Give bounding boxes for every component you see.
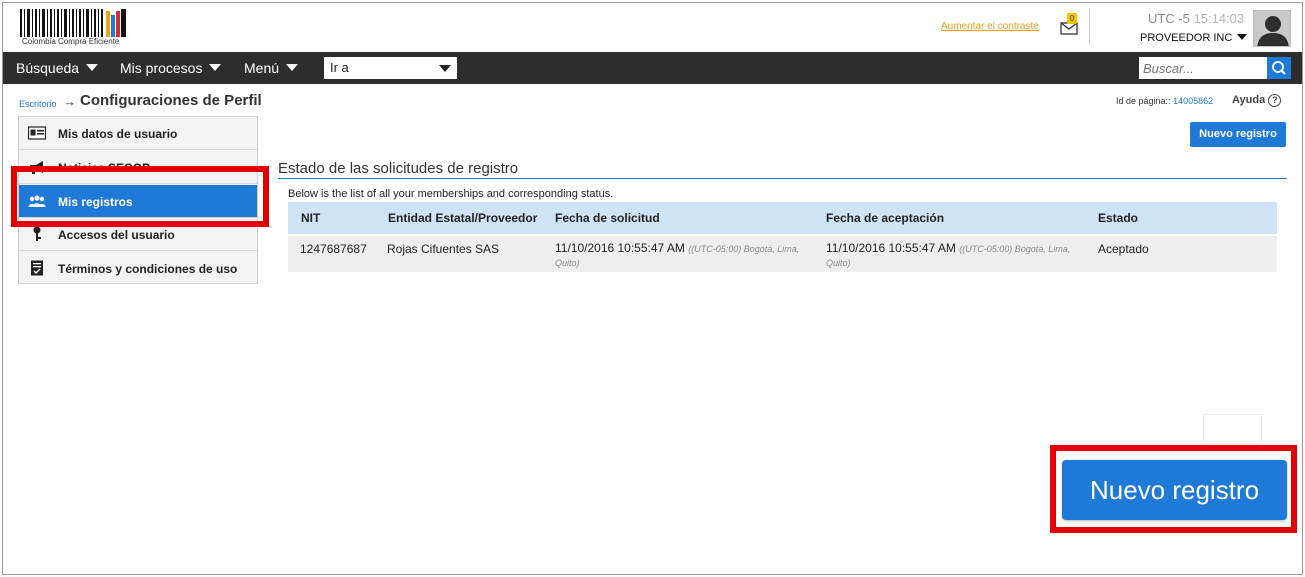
page-id-value[interactable]: 14005862 (1173, 96, 1213, 106)
chevron-down-icon (286, 64, 299, 71)
table-row[interactable]: 1247687687 Rojas Cifuentes SAS 11/10/201… (288, 236, 1277, 272)
profile-sidebar: Mis datos de usuario Noticias SECOP Mis … (18, 116, 258, 284)
increase-contrast-link[interactable]: Aumentar el contraste (941, 21, 1039, 32)
table-header: NIT Entidad Estatal/Proveedor Fecha de s… (288, 202, 1277, 234)
avatar[interactable] (1253, 10, 1291, 47)
column-header-accept-date: Fecha de aceptación (826, 211, 945, 225)
page-id: Id de página:: 14005862 (1116, 96, 1213, 106)
section-title: Estado de las solicitudes de registro (278, 160, 519, 177)
breadcrumb-arrow: → (63, 94, 76, 109)
page-id-label: Id de página:: (1116, 96, 1171, 106)
sidebar-item-mis-datos[interactable]: Mis datos de usuario (19, 117, 257, 150)
site-logo[interactable]: Colombia Compra Eficiente (20, 9, 132, 47)
user-name: PROVEEDOR INC (1140, 32, 1233, 44)
help-label: Ayuda (1232, 94, 1266, 106)
main-navbar: Búsqueda Mis procesos Menú Ir a (3, 52, 1302, 84)
column-header-entity: Entidad Estatal/Proveedor (388, 211, 538, 225)
nav-menu[interactable]: Menú (244, 60, 299, 76)
nav-label: Búsqueda (16, 60, 80, 76)
notification-badge: 0 (1067, 13, 1077, 24)
section-divider (278, 178, 1287, 179)
browser-page: Colombia Compra Eficiente Aumentar el co… (2, 2, 1303, 575)
chevron-down-icon (439, 65, 451, 72)
empty-panel (1203, 414, 1262, 444)
logo-caption: Colombia Compra Eficiente (22, 37, 120, 46)
accept-date-value: 11/10/2016 10:55:47 AM (826, 241, 956, 255)
sidebar-item-label: Accesos del usuario (58, 228, 175, 242)
sidebar-item-label: Mis registros (58, 195, 133, 209)
user-menu[interactable]: PROVEEDOR INC (1140, 32, 1248, 44)
nav-busqueda[interactable]: Búsqueda (16, 60, 99, 76)
top-header: Colombia Compra Eficiente Aumentar el co… (3, 3, 1302, 51)
sidebar-item-noticias[interactable]: Noticias SECOP (19, 151, 257, 184)
sidebar-item-label: Mis datos de usuario (58, 127, 178, 141)
chevron-down-icon (209, 64, 222, 71)
sidebar-item-mis-registros[interactable]: Mis registros (19, 185, 257, 218)
clock-time: 15:14:03 (1193, 11, 1245, 26)
cell-status: Aceptado (1098, 242, 1149, 256)
help-link[interactable]: Ayuda? (1232, 94, 1282, 107)
sidebar-item-accesos[interactable]: Accesos del usuario (19, 218, 257, 251)
cell-accept-date: 11/10/2016 10:55:47 AM ((UTC-05:00) Bogo… (826, 242, 1088, 270)
search-input[interactable] (1139, 57, 1267, 79)
goto-value: Ir a (330, 60, 349, 75)
barcode-logo-icon (20, 9, 126, 37)
sidebar-item-label: Noticias SECOP (58, 161, 151, 175)
cell-request-date: 11/10/2016 10:55:47 AM ((UTC-05:00) Bogo… (555, 242, 817, 270)
chevron-down-icon (1237, 34, 1248, 40)
timezone-label: UTC -5 (1148, 11, 1190, 26)
cell-nit: 1247687687 (300, 242, 367, 256)
page-title: Configuraciones de Perfil (80, 92, 262, 109)
section-description: Below is the list of all your membership… (288, 188, 614, 200)
nav-label: Menú (244, 60, 280, 76)
chevron-down-icon (86, 64, 99, 71)
clock: UTC -5 15:14:03 (1148, 11, 1244, 26)
cell-entity: Rojas Cifuentes SAS (387, 242, 500, 256)
megaphone-icon (30, 161, 43, 174)
column-header-request-date: Fecha de solicitud (555, 211, 660, 225)
sidebar-item-label: Términos y condiciones de uso (58, 262, 238, 276)
nav-mis-procesos[interactable]: Mis procesos (120, 60, 222, 76)
header-divider (1089, 9, 1090, 45)
goto-select[interactable]: Ir a (324, 57, 457, 79)
search-icon (1272, 61, 1286, 75)
request-date-value: 11/10/2016 10:55:47 AM (555, 241, 685, 255)
help-circle-icon: ? (1268, 94, 1282, 107)
new-registration-button[interactable]: Nuevo registro (1190, 122, 1286, 147)
user-silhouette-icon (1254, 11, 1290, 46)
users-icon (28, 195, 46, 207)
column-header-status: Estado (1098, 211, 1139, 225)
id-card-icon (28, 126, 46, 140)
key-icon (33, 226, 41, 241)
column-header-nit: NIT (301, 211, 321, 225)
document-icon (31, 260, 43, 276)
new-registration-button-zoomed[interactable]: Nuevo registro (1062, 460, 1287, 520)
breadcrumb-home-link[interactable]: Escritorio (19, 99, 57, 109)
search-button[interactable] (1267, 57, 1291, 79)
sidebar-item-terminos[interactable]: Términos y condiciones de uso (19, 252, 257, 285)
nav-label: Mis procesos (120, 60, 203, 76)
